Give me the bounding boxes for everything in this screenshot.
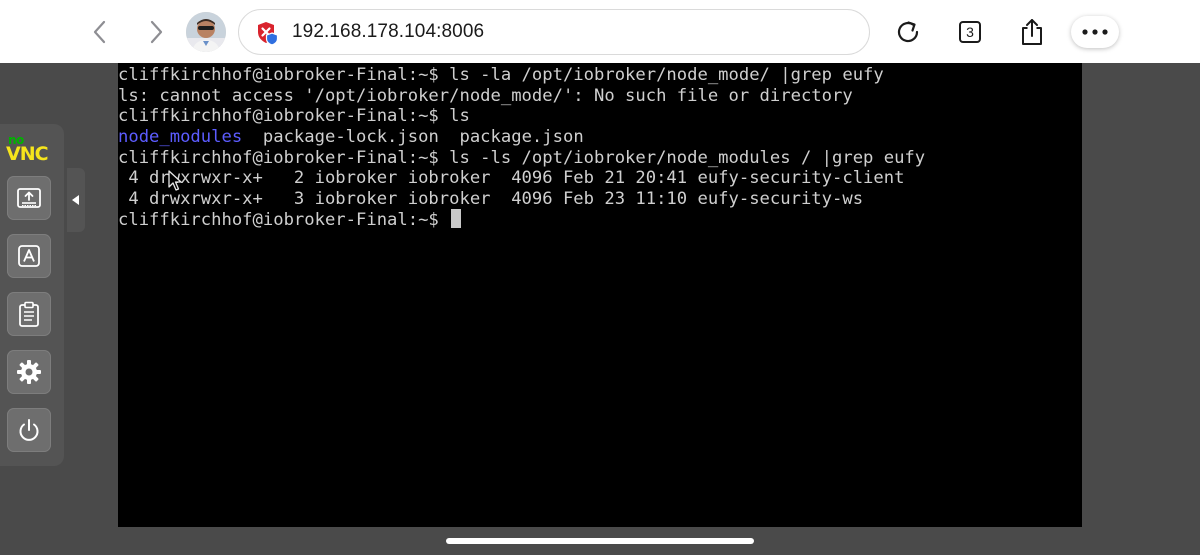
chevron-left-icon [93,20,106,44]
prompt-text: cliffkirchhof@iobroker-Final:~$ [118,210,450,230]
terminal-line: ls: cannot access '/opt/iobroker/node_mo… [118,86,853,106]
keyboard-icon [17,188,41,208]
profile-avatar[interactable] [186,12,226,52]
caret-left-icon [72,195,79,205]
novnc-logo: no VNC [6,134,54,166]
terminal-line: cliffkirchhof@iobroker-Final:~$ ls [118,106,470,126]
novnc-logo-vnc: VNC [6,143,49,165]
chevron-right-icon [150,20,163,44]
reload-icon [897,21,919,43]
extra-keys-icon [18,245,40,267]
ellipsis-icon [1082,29,1108,35]
terminal-line: node_modules package-lock.json package.j… [118,127,584,148]
settings-icon [17,360,41,384]
file-list: package-lock.json package.json [242,127,584,147]
tabs-icon: 3 [959,21,981,43]
text-cursor [451,209,462,228]
tabs-button[interactable]: 3 [952,12,988,52]
share-button[interactable] [1014,12,1050,52]
novnc-control-bar: no VNC [0,124,64,466]
terminal-line: 4 drwxrwxr-x+ 2 iobroker iobroker 4096 F… [118,168,905,188]
clipboard-icon [19,301,39,327]
browser-toolbar: 192.168.178.104:8006 3 [0,0,1200,63]
terminal-line: cliffkirchhof@iobroker-Final:~$ ls -ls /… [118,148,926,168]
extra-keys-button[interactable] [7,234,51,278]
address-bar[interactable]: 192.168.178.104:8006 [238,9,870,55]
url-text[interactable]: 192.168.178.104:8006 [292,10,484,54]
shield-icon[interactable] [255,20,281,46]
clipboard-button[interactable] [7,292,51,336]
keyboard-button[interactable] [7,176,51,220]
terminal-line: cliffkirchhof@iobroker-Final:~$ ls -la /… [118,65,884,85]
share-icon [1022,19,1042,45]
power-button[interactable] [7,408,51,452]
forward-button[interactable] [138,14,174,50]
directory-name: node_modules [118,127,243,147]
back-button[interactable] [82,14,118,50]
avatar-image [186,12,226,52]
vnc-terminal-screen[interactable]: cliffkirchhof@iobroker-Final:~$ ls -la /… [118,63,1082,527]
control-bar-handle[interactable] [67,168,85,232]
mouse-pointer-icon [168,170,182,191]
terminal-prompt-line[interactable]: cliffkirchhof@iobroker-Final:~$ [118,209,462,230]
reload-button[interactable] [890,12,926,52]
settings-button[interactable] [7,350,51,394]
more-button[interactable] [1071,16,1119,48]
home-indicator[interactable] [446,538,754,544]
power-icon [19,419,39,441]
terminal-line: 4 drwxrwxr-x+ 3 iobroker iobroker 4096 F… [118,189,864,209]
